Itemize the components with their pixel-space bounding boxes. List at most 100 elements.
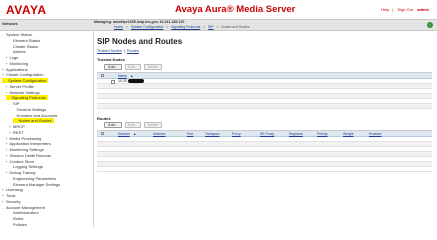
sidebar-item-label: Cluster Status bbox=[13, 43, 39, 49]
info-icon[interactable]: i bbox=[427, 22, 433, 28]
delete-node-button[interactable]: Delete bbox=[144, 64, 162, 70]
column-transport[interactable]: Transport bbox=[205, 132, 219, 136]
nav-panel-title: Network bbox=[2, 21, 18, 26]
sidebar-item-label: Alarms bbox=[13, 49, 26, 55]
sidebar-item-label: Monitoring bbox=[9, 60, 29, 66]
sidebar-item-label: Network Settings bbox=[9, 89, 40, 95]
sidebar-item-mrcp[interactable]: + MRCP bbox=[9, 124, 25, 129]
column-address[interactable]: Address bbox=[153, 132, 165, 136]
sidebar-item-roles[interactable]: Roles bbox=[9, 216, 23, 221]
avaya-logo: AVAYA bbox=[6, 3, 47, 17]
sidebar-item-content-store[interactable]: + Content Store bbox=[6, 159, 35, 164]
add-node-button[interactable]: Add... bbox=[104, 64, 122, 70]
sidebar-item-label: Server Profile bbox=[9, 83, 34, 89]
sidebar-item-monitoring-settings[interactable]: + Monitoring Settings bbox=[6, 147, 44, 152]
sidebar-item-label: Monitoring Settings bbox=[9, 147, 44, 152]
column-se-proxy[interactable]: SE Proxy bbox=[260, 132, 274, 136]
link-trusted-nodes[interactable]: Trusted Nodes bbox=[97, 49, 122, 53]
column-name[interactable]: Name bbox=[118, 74, 127, 78]
select-all-checkbox[interactable] bbox=[101, 74, 104, 77]
sidebar-item-debug-tracing[interactable]: + Debug Tracing bbox=[6, 170, 36, 175]
add-route-button[interactable]: Add... bbox=[104, 122, 122, 128]
sidebar-item-logging-settings[interactable]: Logging Settings bbox=[9, 164, 43, 169]
sidebar-item-label: Engineering Parameters bbox=[13, 175, 57, 181]
link-routes[interactable]: Routes bbox=[127, 49, 139, 53]
select-all-checkbox[interactable] bbox=[101, 132, 104, 135]
column-enabled[interactable]: Enabled bbox=[369, 132, 381, 136]
sidebar-item-cluster-configuration[interactable]: + Cluster Configuration bbox=[2, 72, 44, 77]
sidebar-item-monitoring[interactable]: + Monitoring bbox=[6, 61, 29, 66]
sidebar-item-label: Content Store bbox=[9, 158, 35, 164]
sidebar-item-rest[interactable]: + REST bbox=[9, 130, 24, 135]
sidebar-item-label: Account Management bbox=[6, 204, 45, 210]
sidebar-item-label: Session Detail Records bbox=[9, 152, 52, 158]
column-port[interactable]: Port bbox=[187, 132, 193, 136]
sidebar-item-nodes-and-routes[interactable]: Nodes and Routes bbox=[12, 118, 54, 124]
breadcrumb-home[interactable]: Home bbox=[114, 25, 123, 29]
sidebar-item-system-status[interactable]: - System Status bbox=[2, 32, 32, 37]
edit-route-button[interactable]: Edit... bbox=[125, 122, 141, 128]
sidebar-item-sip[interactable]: - SIP bbox=[9, 101, 19, 106]
sidebar-item-administrators[interactable]: Administrators bbox=[9, 210, 39, 215]
sidebar-item-server-profile[interactable]: + Server Profile bbox=[6, 84, 34, 89]
help-link[interactable]: Help bbox=[381, 7, 389, 12]
sidebar-item-element-manager-settings[interactable]: Element Manager Settings bbox=[9, 182, 60, 187]
sidebar-item-alarms[interactable]: Alarms bbox=[9, 49, 25, 54]
sidebar-item-label: MRCP bbox=[13, 124, 25, 129]
sidebar-item-media-processing[interactable]: + Media Processing bbox=[6, 136, 42, 141]
breadcrumb-signaling-protocols[interactable]: Signaling Protocols bbox=[171, 25, 200, 29]
header-links: Help | Sign Out admin bbox=[381, 7, 429, 12]
sidebar-item-label: Tools bbox=[6, 193, 16, 198]
sidebar-item-domains-and-accounts[interactable]: Domains and Accounts bbox=[13, 113, 58, 118]
sidebar-item-label: Application Interpreters bbox=[9, 141, 51, 147]
managing-server-label: Managing: amsdfpe1695.lsdp.ms.gov, 10.24… bbox=[94, 20, 185, 24]
sidebar-item-application-interpreters[interactable]: + Application Interpreters bbox=[6, 141, 51, 146]
sidebar-item-tools[interactable]: + Tools bbox=[2, 193, 15, 198]
sidebar-item-network-settings[interactable]: + Network Settings bbox=[6, 90, 40, 95]
sidebar-item-label: Applications bbox=[6, 66, 28, 72]
edit-node-button[interactable]: Edit... bbox=[125, 64, 141, 70]
sidebar-item-logs[interactable]: + Logs bbox=[6, 55, 19, 60]
column-domain[interactable]: Domain bbox=[118, 132, 130, 136]
app-header: AVAYA Avaya Aura® Media Server Help | Sig… bbox=[0, 0, 437, 19]
sidebar-item-label: System Status bbox=[6, 32, 32, 37]
sidebar-item-engineering-parameters[interactable]: Engineering Parameters bbox=[9, 176, 56, 181]
sidebar-nav: - System Status Element Status Cluster Stat… bbox=[0, 31, 94, 227]
sidebar-item-label: Policies bbox=[13, 221, 27, 227]
column-registrar[interactable]: Registrar bbox=[289, 132, 303, 136]
sidebar-item-cluster-status[interactable]: Cluster Status bbox=[9, 44, 38, 49]
sidebar-item-label: General Settings bbox=[16, 106, 47, 112]
routes-table: Domain ▲ Address Port Transport Proxy SE… bbox=[97, 130, 432, 172]
trusted-nodes-table: Name ▲ 10.20 bbox=[97, 72, 432, 109]
sidebar-item-label: System Configuration bbox=[8, 78, 47, 83]
sidebar-item-licensing[interactable]: + Licensing bbox=[2, 187, 23, 192]
breadcrumb-system-configuration[interactable]: System Configuration bbox=[131, 25, 163, 29]
breadcrumb-sip[interactable]: SIP bbox=[208, 25, 213, 29]
sidebar-item-label: Logging Settings bbox=[13, 164, 43, 170]
sidebar-item-session-detail-records[interactable]: + Session Detail Records bbox=[6, 153, 52, 158]
column-priority[interactable]: Priority bbox=[317, 132, 328, 136]
sidebar-item-applications[interactable]: + Applications bbox=[2, 67, 28, 72]
main-content: SIP Nodes and Routes Trusted Nodes | Route… bbox=[94, 31, 437, 227]
sort-asc-icon: ▲ bbox=[130, 74, 134, 78]
delete-route-button[interactable]: Delete bbox=[144, 122, 162, 128]
breadcrumb-current: Nodes and Routes bbox=[221, 25, 250, 29]
routes-title: Routes bbox=[97, 116, 111, 121]
sidebar-item-system-configuration[interactable]: - System Configuration bbox=[2, 78, 49, 83]
redacted-mark bbox=[128, 79, 144, 83]
column-weight[interactable]: Weight bbox=[343, 132, 354, 136]
sidebar-item-label: Element Manager Settings bbox=[13, 181, 61, 187]
sidebar-item-label: Signaling Protocols bbox=[11, 95, 46, 101]
sidebar-item-general-settings[interactable]: General Settings bbox=[13, 107, 47, 112]
sign-out-link[interactable]: Sign Out bbox=[398, 7, 414, 12]
column-proxy[interactable]: Proxy bbox=[232, 132, 241, 136]
sidebar-item-label: Nodes and Routes bbox=[18, 118, 52, 124]
sidebar-item-element-status[interactable]: Element Status bbox=[9, 38, 40, 43]
sidebar-item-label: REST bbox=[13, 129, 24, 135]
sidebar-item-signaling-protocols[interactable]: - Signaling Protocols bbox=[5, 95, 48, 101]
sidebar-item-security[interactable]: + Security bbox=[2, 199, 20, 204]
sidebar-item-policies[interactable]: Policies bbox=[9, 222, 27, 227]
row-checkbox[interactable] bbox=[111, 79, 115, 84]
sidebar-item-account-management[interactable]: - Account Management bbox=[2, 205, 45, 210]
sidebar-item-label: SIP bbox=[13, 101, 20, 106]
